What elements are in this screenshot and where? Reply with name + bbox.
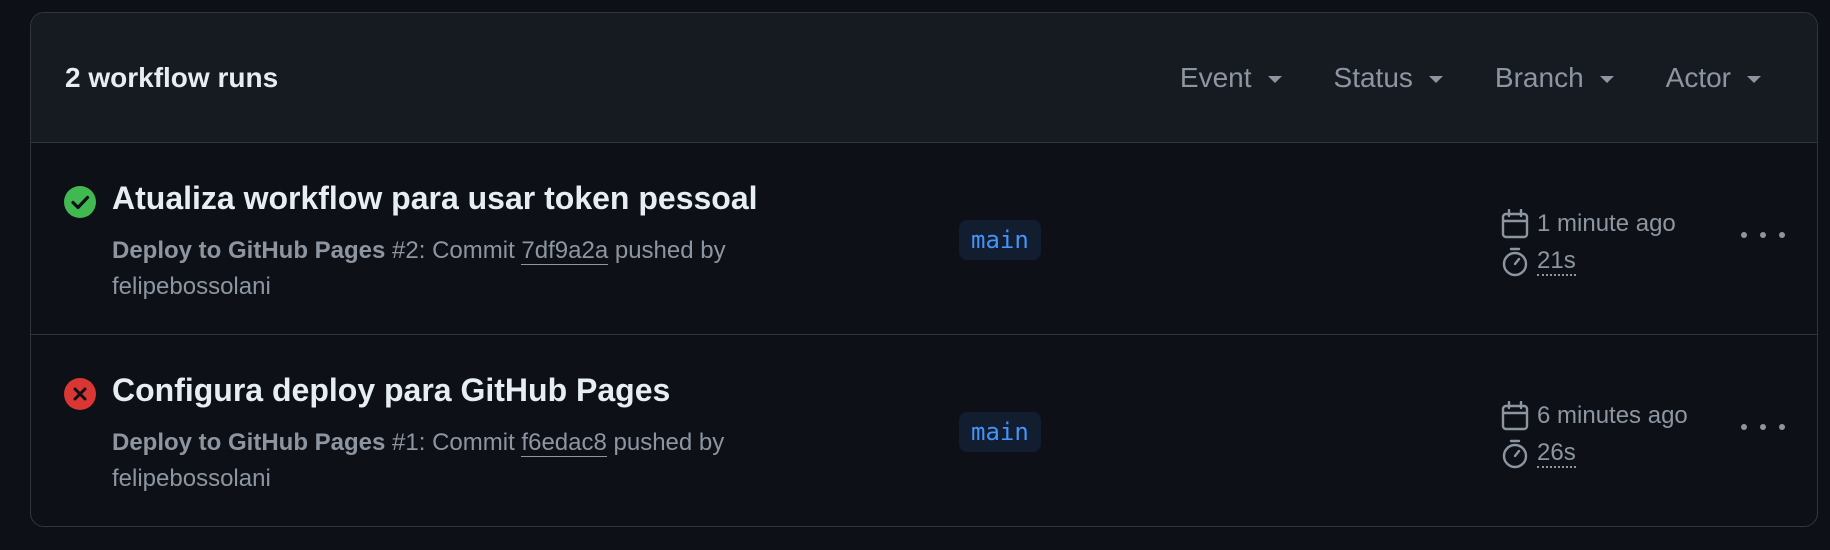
caret-down-icon xyxy=(1428,75,1443,83)
workflow-runs-header: 2 workflow runs Event Status Branch Acto… xyxy=(31,13,1817,143)
actor-link[interactable]: felipebossolani xyxy=(112,465,271,492)
actor-filter[interactable]: Actor xyxy=(1666,62,1761,94)
stopwatch-icon xyxy=(1502,247,1528,277)
kebab-dot xyxy=(1760,232,1766,238)
caret-down-icon xyxy=(1599,75,1614,83)
run-duration: 26s xyxy=(1537,439,1576,468)
actor-link[interactable]: felipebossolani xyxy=(112,273,271,300)
check-circle-icon xyxy=(64,186,96,218)
time-ago: 1 minute ago xyxy=(1537,210,1676,237)
stopwatch-icon xyxy=(1502,439,1528,469)
commit-label: : Commit xyxy=(418,237,515,264)
status-filter[interactable]: Status xyxy=(1334,62,1443,94)
run-number: #2 xyxy=(392,237,419,264)
status-filter-label: Status xyxy=(1333,61,1413,93)
workflow-runs-panel: 2 workflow runs Event Status Branch Acto… xyxy=(30,12,1818,527)
actor-filter-label: Actor xyxy=(1665,61,1731,93)
run-meta: Deploy to GitHub Pages #2: Commit 7df9a2… xyxy=(112,233,792,305)
calendar-icon xyxy=(1501,209,1529,239)
branch-filter[interactable]: Branch xyxy=(1495,62,1614,94)
commit-sha-link[interactable]: f6edac8 xyxy=(521,429,607,457)
kebab-dot xyxy=(1741,424,1747,430)
commit-sha-link[interactable]: 7df9a2a xyxy=(521,237,609,265)
branch-badge[interactable]: main xyxy=(959,220,1041,260)
workflow-run-row[interactable]: Atualiza workflow para usar token pessoa… xyxy=(31,143,1817,335)
run-title-link[interactable]: Configura deploy para GitHub Pages xyxy=(112,372,670,409)
more-options-button[interactable] xyxy=(1741,415,1785,439)
run-meta: Deploy to GitHub Pages #1: Commit f6edac… xyxy=(112,425,792,497)
filter-bar: Event Status Branch Actor xyxy=(1128,62,1761,94)
run-title-link[interactable]: Atualiza workflow para usar token pessoa… xyxy=(112,180,758,217)
more-options-button[interactable] xyxy=(1741,223,1785,247)
kebab-dot xyxy=(1779,424,1785,430)
kebab-dot xyxy=(1741,232,1747,238)
kebab-dot xyxy=(1760,424,1766,430)
event-filter-label: Event xyxy=(1179,61,1252,93)
run-time-info: 1 minute ago 21s xyxy=(1501,205,1676,281)
workflow-name: Deploy to GitHub Pages xyxy=(112,429,386,456)
commit-label: : Commit xyxy=(418,429,515,456)
run-time-info: 6 minutes ago 26s xyxy=(1501,397,1688,473)
calendar-icon xyxy=(1501,401,1529,431)
pushed-by-label: pushed by xyxy=(614,237,726,264)
branch-badge[interactable]: main xyxy=(959,412,1041,452)
caret-down-icon xyxy=(1747,75,1761,83)
x-circle-icon xyxy=(64,378,96,410)
caret-down-icon xyxy=(1267,75,1282,83)
time-ago: 6 minutes ago xyxy=(1537,402,1688,429)
runs-count: 2 workflow runs xyxy=(65,61,279,93)
kebab-dot xyxy=(1779,232,1785,238)
workflow-run-row[interactable]: Configura deploy para GitHub Pages Deplo… xyxy=(31,335,1817,526)
pushed-by-label: pushed by xyxy=(613,429,725,456)
branch-filter-label: Branch xyxy=(1494,61,1584,93)
workflow-name: Deploy to GitHub Pages xyxy=(112,237,386,264)
run-number: #1 xyxy=(392,429,419,456)
run-duration: 21s xyxy=(1537,247,1576,276)
event-filter[interactable]: Event xyxy=(1180,62,1282,94)
